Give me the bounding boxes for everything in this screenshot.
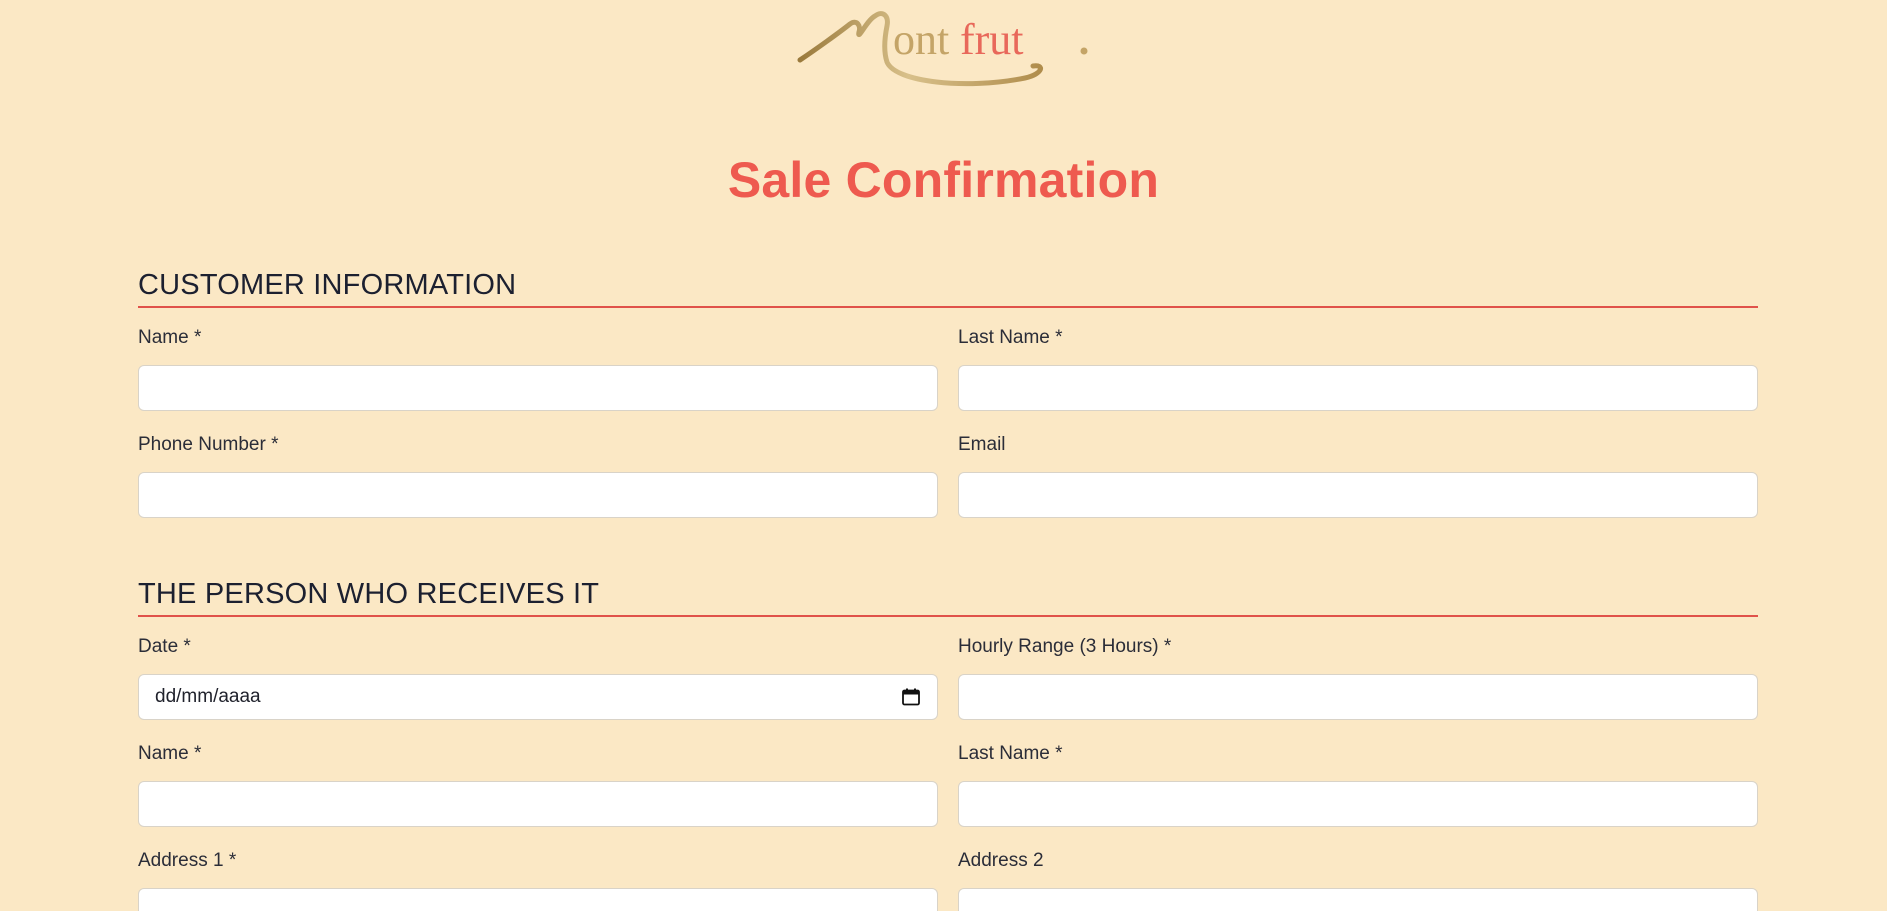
customer-last-name-label: Last Name * xyxy=(958,327,1063,348)
customer-email-input[interactable] xyxy=(958,472,1758,518)
svg-text:frut: frut xyxy=(960,15,1024,64)
customer-phone-label: Phone Number * xyxy=(138,434,279,455)
receiver-last-name-field: Last Name * xyxy=(958,743,1758,827)
delivery-date-label: Date * xyxy=(138,636,191,657)
customer-phone-input[interactable] xyxy=(138,472,938,518)
delivery-date-field: Date * dd/mm/aaaa xyxy=(138,636,938,720)
section-heading-customer: CUSTOMER INFORMATION xyxy=(138,268,1758,308)
customer-last-name-field: Last Name * xyxy=(958,327,1758,411)
customer-name-input[interactable] xyxy=(138,365,938,411)
customer-name-label: Name * xyxy=(138,327,202,348)
receiver-name-input[interactable] xyxy=(138,781,938,827)
receiver-last-name-input[interactable] xyxy=(958,781,1758,827)
page-title: Sale Confirmation xyxy=(727,152,1160,208)
address-1-input[interactable] xyxy=(138,888,938,911)
hourly-range-input[interactable] xyxy=(958,674,1758,720)
montfrut-logo: ont frut xyxy=(795,2,1095,98)
date-placeholder: dd/mm/aaaa xyxy=(155,686,261,707)
receiver-section: THE PERSON WHO RECEIVES IT Date * dd/mm/… xyxy=(138,577,1758,911)
address-2-input[interactable] xyxy=(958,888,1758,911)
receiver-last-name-label: Last Name * xyxy=(958,743,1063,764)
receiver-name-label: Name * xyxy=(138,743,202,764)
receiver-name-field: Name * xyxy=(138,743,938,827)
customer-last-name-input[interactable] xyxy=(958,365,1758,411)
address-1-field: Address 1 * xyxy=(138,850,938,911)
section-heading-receiver: THE PERSON WHO RECEIVES IT xyxy=(138,577,1758,617)
customer-email-field: Email xyxy=(958,434,1758,518)
customer-information-section: CUSTOMER INFORMATION Name * Last Name * … xyxy=(138,268,1758,528)
delivery-date-input[interactable]: dd/mm/aaaa xyxy=(138,674,938,720)
hourly-range-field: Hourly Range (3 Hours) * xyxy=(958,636,1758,720)
address-2-label: Address 2 xyxy=(958,850,1044,871)
address-2-field: Address 2 xyxy=(958,850,1758,911)
svg-text:ont: ont xyxy=(893,15,949,64)
sale-confirmation-page: ont frut Sale Confirmation CUSTOMER INFO… xyxy=(0,0,1887,911)
calendar-icon[interactable] xyxy=(901,687,921,707)
hourly-range-label: Hourly Range (3 Hours) * xyxy=(958,636,1172,657)
customer-name-field: Name * xyxy=(138,327,938,411)
customer-email-label: Email xyxy=(958,434,1006,455)
customer-phone-field: Phone Number * xyxy=(138,434,938,518)
address-1-label: Address 1 * xyxy=(138,850,237,871)
